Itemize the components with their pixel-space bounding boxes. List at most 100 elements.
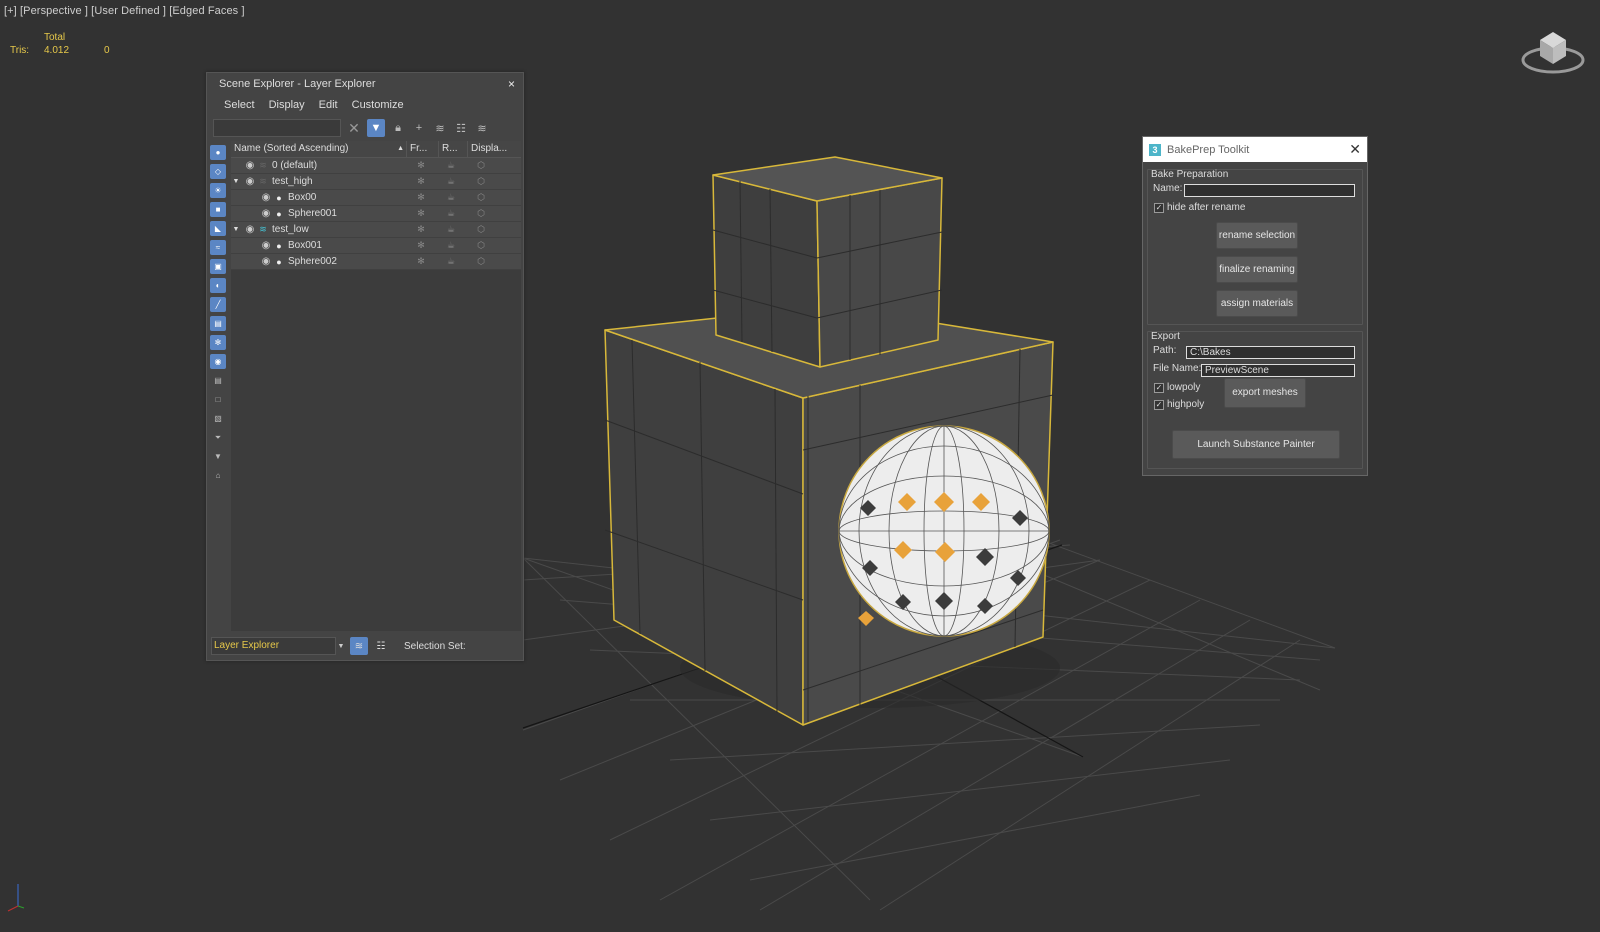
export-meshes-button[interactable]: export meshes bbox=[1224, 378, 1306, 408]
tree-row[interactable]: ◉ ● Box001 ✻ ☕︎ ⬡ bbox=[231, 238, 521, 254]
freeze-icon[interactable]: ✻ bbox=[406, 192, 436, 203]
menu-select[interactable]: Select bbox=[217, 95, 262, 115]
geometry-filter-icon[interactable]: ● bbox=[210, 145, 226, 160]
freeze-icon[interactable]: ✻ bbox=[406, 240, 436, 251]
column-freeze[interactable]: Fr... bbox=[406, 141, 438, 157]
column-render[interactable]: R... bbox=[438, 141, 467, 157]
cameras-filter-icon[interactable]: ■ bbox=[210, 202, 226, 217]
helpers-filter-icon[interactable]: ◣ bbox=[210, 221, 226, 236]
tree-row[interactable]: ◉ ≋ 0 (default) ✻ ☕︎ ⬡ bbox=[231, 158, 521, 174]
frozen-filter-icon[interactable]: ✻ bbox=[210, 335, 226, 350]
new-layer-icon[interactable]: ≋ bbox=[432, 120, 448, 136]
sphere-mesh bbox=[838, 425, 1050, 637]
filter-toggle-icon[interactable]: ⏷ bbox=[210, 430, 226, 445]
render-teapot-icon[interactable]: ☕︎ bbox=[436, 176, 466, 187]
expand-arrow-icon[interactable]: ▼ bbox=[231, 178, 241, 185]
display-box-icon[interactable]: ⬡ bbox=[466, 224, 496, 235]
display-box-icon[interactable]: ⬡ bbox=[466, 256, 496, 267]
eye-icon[interactable]: ◉ bbox=[259, 240, 273, 251]
name-input[interactable] bbox=[1184, 184, 1355, 197]
search-input[interactable] bbox=[213, 119, 341, 137]
display-all-icon[interactable]: ▤ bbox=[210, 373, 226, 388]
tree-row[interactable]: ◉ ● Sphere001 ✻ ☕︎ ⬡ bbox=[231, 206, 521, 222]
file-name-input[interactable]: PreviewScene bbox=[1201, 364, 1355, 377]
xrefs-filter-icon[interactable]: ◐ bbox=[210, 278, 226, 293]
launch-substance-painter-button[interactable]: Launch Substance Painter bbox=[1172, 430, 1340, 459]
expand-arrow-icon[interactable]: ▼ bbox=[231, 226, 241, 233]
tree-row[interactable]: ▼ ◉ ≋ test_high ✻ ☕︎ ⬡ bbox=[231, 174, 521, 190]
column-name[interactable]: Name (Sorted Ascending) ▲ bbox=[231, 141, 406, 157]
menu-edit[interactable]: Edit bbox=[312, 95, 345, 115]
viewcube-icon[interactable] bbox=[1520, 26, 1586, 78]
lock-icon[interactable]: 🔒︎ bbox=[390, 120, 406, 136]
viewport-label[interactable]: [+] [Perspective ] [User Defined ] [Edge… bbox=[4, 5, 245, 17]
render-teapot-icon[interactable]: ☕︎ bbox=[436, 256, 466, 267]
menu-display[interactable]: Display bbox=[262, 95, 312, 115]
bones-filter-icon[interactable]: ╱ bbox=[210, 297, 226, 312]
render-teapot-icon[interactable]: ☕︎ bbox=[436, 208, 466, 219]
sort-ascending-icon: ▲ bbox=[397, 145, 404, 152]
lowpoly-checkbox[interactable]: ✓ lowpoly bbox=[1154, 382, 1200, 393]
hierarchy-view-icon[interactable]: ☷ bbox=[372, 637, 390, 655]
add-to-layer-icon[interactable]: + bbox=[411, 120, 427, 136]
filter-icon[interactable]: ▼ bbox=[367, 119, 385, 137]
selection-sets-icon[interactable]: ⌂ bbox=[210, 468, 226, 483]
chevron-down-icon[interactable]: ▼ bbox=[336, 643, 346, 650]
freeze-icon[interactable]: ✻ bbox=[406, 208, 436, 219]
hidden-filter-icon[interactable]: ◉ bbox=[210, 354, 226, 369]
display-box-icon[interactable]: ⬡ bbox=[466, 160, 496, 171]
render-teapot-icon[interactable]: ☕︎ bbox=[436, 224, 466, 235]
lowpoly-label: lowpoly bbox=[1167, 382, 1201, 393]
freeze-icon[interactable]: ✻ bbox=[406, 176, 436, 187]
eye-icon[interactable]: ◉ bbox=[259, 256, 273, 267]
tree-row[interactable]: ◉ ● Sphere002 ✻ ☕︎ ⬡ bbox=[231, 254, 521, 270]
tree-row[interactable]: ◉ ● Box00 ✻ ☕︎ ⬡ bbox=[231, 190, 521, 206]
layers-icon[interactable]: ≋ bbox=[474, 120, 490, 136]
checkmark-icon: ✓ bbox=[1154, 202, 1164, 213]
render-teapot-icon[interactable]: ☕︎ bbox=[436, 160, 466, 171]
column-display[interactable]: Displa... bbox=[467, 141, 511, 157]
close-icon[interactable]: ✕ bbox=[1349, 141, 1361, 158]
finalize-renaming-button[interactable]: finalize renaming bbox=[1216, 256, 1298, 283]
display-box-icon[interactable]: ⬡ bbox=[466, 192, 496, 203]
freeze-icon[interactable]: ✻ bbox=[406, 224, 436, 235]
lights-filter-icon[interactable]: ☀ bbox=[210, 183, 226, 198]
filter-sidebar: ● ◇ ☀ ■ ◣ ≈ ▣ ◐ ╱ ▤ ✻ ◉ ▤ □ ▧ ⏷ ▼ ⌂ bbox=[207, 141, 229, 631]
funnel-icon[interactable]: ▼ bbox=[210, 449, 226, 464]
display-box-icon[interactable]: ⬡ bbox=[466, 176, 496, 187]
render-teapot-icon[interactable]: ☕︎ bbox=[436, 240, 466, 251]
close-icon[interactable]: × bbox=[508, 73, 515, 95]
display-box-icon[interactable]: ⬡ bbox=[466, 240, 496, 251]
containers-filter-icon[interactable]: ▤ bbox=[210, 316, 226, 331]
eye-icon[interactable]: ◉ bbox=[259, 208, 273, 219]
assign-materials-button[interactable]: assign materials bbox=[1216, 290, 1298, 317]
object-icon: ● bbox=[276, 256, 282, 267]
display-none-icon[interactable]: □ bbox=[210, 392, 226, 407]
eye-icon[interactable]: ◉ bbox=[243, 160, 257, 171]
freeze-icon[interactable]: ✻ bbox=[406, 256, 436, 267]
bakeprep-titlebar[interactable]: 3 BakePrep Toolkit ✕ bbox=[1143, 137, 1367, 162]
clear-search-icon[interactable]: ✕ bbox=[346, 120, 362, 136]
invert-display-icon[interactable]: ▧ bbox=[210, 411, 226, 426]
render-teapot-icon[interactable]: ☕︎ bbox=[436, 192, 466, 203]
eye-icon[interactable]: ◉ bbox=[243, 176, 257, 187]
menu-customize[interactable]: Customize bbox=[345, 95, 411, 115]
path-input[interactable]: C:\Bakes bbox=[1186, 346, 1355, 359]
groups-filter-icon[interactable]: ▣ bbox=[210, 259, 226, 274]
hide-after-rename-checkbox[interactable]: ✓ hide after rename bbox=[1154, 202, 1245, 213]
eye-icon[interactable]: ◉ bbox=[243, 224, 257, 235]
hierarchy-icon[interactable]: ☷ bbox=[453, 120, 469, 136]
spacewarps-filter-icon[interactable]: ≈ bbox=[210, 240, 226, 255]
shapes-filter-icon[interactable]: ◇ bbox=[210, 164, 226, 179]
rename-selection-button[interactable]: rename selection bbox=[1216, 222, 1298, 249]
bakeprep-title: BakePrep Toolkit bbox=[1167, 143, 1250, 156]
scene-explorer-titlebar[interactable]: Scene Explorer - Layer Explorer × bbox=[207, 73, 523, 95]
column-name-label: Name (Sorted Ascending) bbox=[234, 143, 349, 154]
explorer-mode-dropdown[interactable]: Layer Explorer bbox=[211, 637, 336, 655]
display-box-icon[interactable]: ⬡ bbox=[466, 208, 496, 219]
eye-icon[interactable]: ◉ bbox=[259, 192, 273, 203]
layer-view-icon[interactable]: ≋ bbox=[350, 637, 368, 655]
highpoly-checkbox[interactable]: ✓ highpoly bbox=[1154, 399, 1204, 410]
tree-row[interactable]: ▼ ◉ ≋ test_low ✻ ☕︎ ⬡ bbox=[231, 222, 521, 238]
freeze-icon[interactable]: ✻ bbox=[406, 160, 436, 171]
